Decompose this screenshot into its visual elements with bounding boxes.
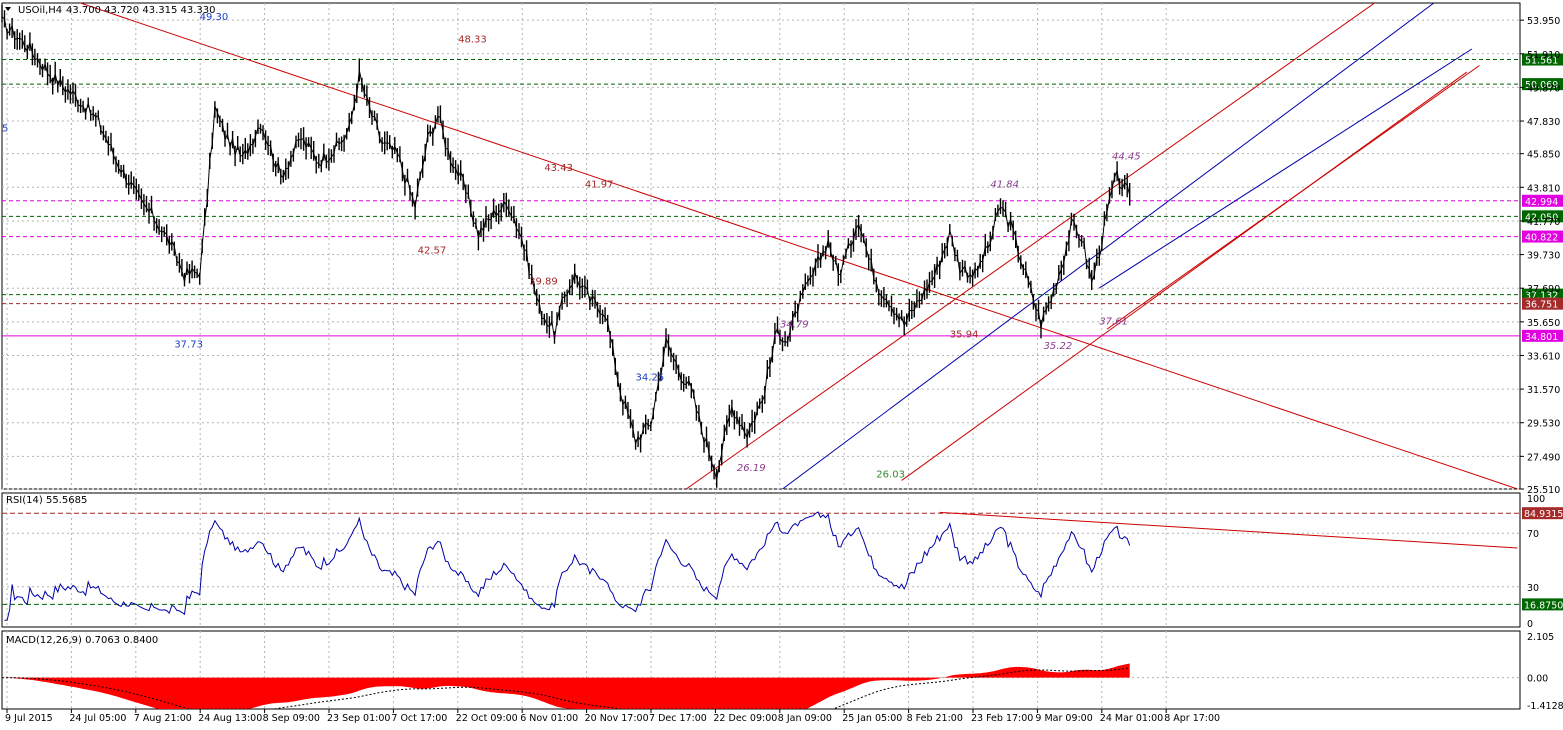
price-annotation: 37.73 (174, 339, 203, 350)
price-annotation: 26.19 (737, 463, 766, 474)
price-axis-label: 39.730 (1527, 251, 1560, 262)
price-annotation: 42.57 (418, 245, 447, 256)
time-axis-label: 7 Aug 21:00 (134, 713, 192, 724)
price-annotation: 35.22 (1044, 341, 1073, 352)
price-axis-label: 47.830 (1527, 117, 1560, 128)
macd-axis-label: -1.4128 (1527, 701, 1563, 712)
time-axis-label: 8 Feb 21:00 (907, 713, 963, 724)
time-axis-label: 23 Sep 01:00 (327, 713, 390, 724)
price-level-tag-text: 36.751 (1525, 300, 1558, 311)
price-annotation: 26.03 (876, 470, 905, 481)
time-axis-label: 22 Oct 09:00 (456, 713, 518, 724)
rsi-axis-label: 100 (1527, 494, 1545, 505)
price-axis-label: 27.490 (1527, 452, 1560, 463)
time-axis-label: 25 Jan 05:00 (842, 713, 902, 724)
price-annotation: 48.33 (458, 34, 487, 45)
price-axis-label: 51.910 (1527, 50, 1560, 61)
macd-axis-label: 0.00 (1527, 674, 1548, 685)
time-axis-label: 20 Nov 17:00 (585, 713, 649, 724)
rsi-level-tag-text: 84.9315 (1524, 509, 1563, 520)
price-level-tag-text: 34.801 (1525, 332, 1558, 343)
price-axis-label: 31.570 (1527, 385, 1560, 396)
price-axis-label: 41.770 (1527, 217, 1560, 228)
price-axis-label: 49.870 (1527, 83, 1560, 94)
rsi-indicator-label: RSI(14) 55.5685 (6, 495, 87, 506)
price-annotation: 41.84 (990, 179, 1019, 190)
time-axis-label: 8 Jan 09:00 (778, 713, 832, 724)
price-annotation: 37.61 (1099, 316, 1128, 327)
price-annotation: 35.94 (950, 329, 979, 340)
time-axis-label: 7 Oct 17:00 (391, 713, 447, 724)
macd-axis-label: 2.105 (1527, 632, 1554, 643)
time-axis-label: 8 Apr 17:00 (1164, 713, 1220, 724)
price-annotation: 5 (2, 123, 8, 134)
price-annotation: 44.45 (1112, 151, 1141, 162)
time-axis-label: 23 Feb 17:00 (971, 713, 1033, 724)
price-annotation: 34.25 (636, 372, 665, 383)
price-axis-label: 37.690 (1527, 284, 1560, 295)
price-axis-label: 29.530 (1527, 419, 1560, 430)
time-axis-label: 7 Dec 17:00 (649, 713, 707, 724)
rsi-axis-label: 0 (1527, 619, 1533, 630)
rsi-axis-label: 30 (1527, 583, 1539, 594)
time-axis-label: 24 Mar 01:00 (1100, 713, 1163, 724)
time-axis-label: 9 Mar 09:00 (1035, 713, 1092, 724)
time-axis-label: 8 Sep 09:00 (263, 713, 320, 724)
price-level-tag-text: 40.822 (1525, 233, 1558, 244)
rsi-level-tag-text: 16.8750 (1524, 600, 1563, 611)
price-axis-label: 45.850 (1527, 150, 1560, 161)
time-axis-label: 24 Aug 13:00 (198, 713, 262, 724)
price-annotation: 41.97 (585, 179, 614, 190)
symbol-label: USOil,H4 (18, 5, 62, 16)
price-annotation: 39.89 (529, 277, 558, 288)
usoil-h4-chart: 51.56150.06942.99442.05040.82237.13236.7… (1, 2, 1563, 724)
time-axis-label: 6 Nov 01:00 (520, 713, 578, 724)
main-panel (1, 2, 1521, 490)
price-axis-label: 35.650 (1527, 318, 1560, 329)
ohlc-values: 43.700 43.720 43.315 43.330 (66, 5, 216, 16)
price-axis-label: 43.810 (1527, 183, 1560, 194)
price-level-tag-text: 42.994 (1525, 197, 1558, 208)
time-axis-label: 9 Jul 2015 (5, 713, 53, 724)
macd-indicator-label: MACD(12,26,9) 0.7063 0.8400 (6, 635, 158, 646)
price-axis-label: 53.950 (1527, 16, 1560, 27)
price-annotation: 43.43 (544, 163, 573, 174)
time-axis-label: 22 Dec 09:00 (713, 713, 777, 724)
time-axis-label: 24 Jul 05:00 (69, 713, 126, 724)
rsi-axis-label: 70 (1527, 529, 1539, 540)
price-axis-label: 33.610 (1527, 351, 1560, 362)
price-annotation: 34.79 (780, 320, 809, 331)
